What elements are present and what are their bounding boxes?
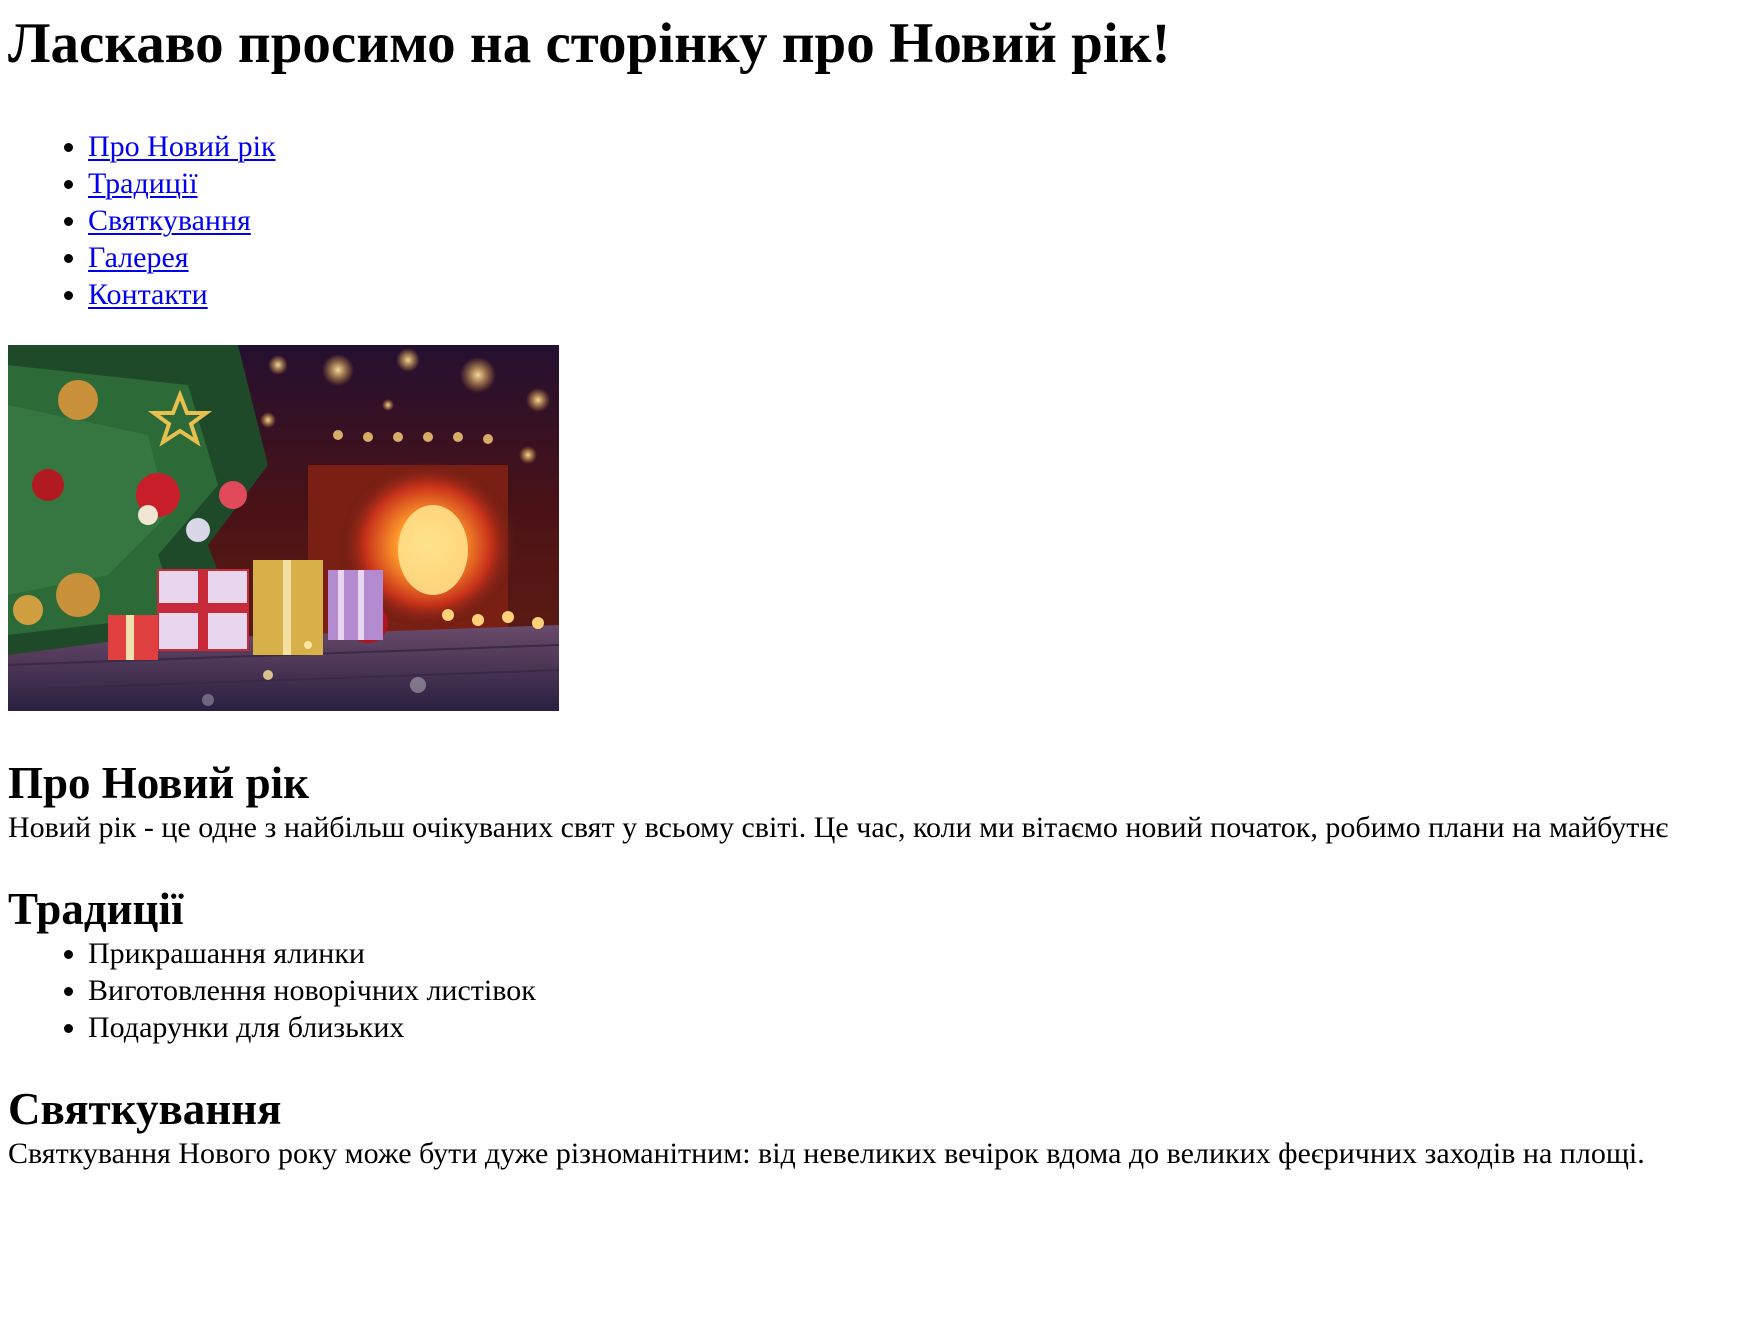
section-celebration: Святкування Святкування Нового року може…: [8, 1083, 1754, 1172]
nav-item-about: Про Новий рік: [88, 128, 1754, 165]
nav-item-traditions: Традиції: [88, 165, 1754, 202]
about-text: Новий рік - це одне з найбільш очікувани…: [8, 811, 1669, 844]
traditions-list: Прикрашання ялинки Виготовлення новорічн…: [8, 935, 1754, 1046]
page-content: Ласкаво просимо на сторінку про Новий рі…: [8, 0, 1754, 1172]
main-nav: Про Новий рік Традиції Святкування Галер…: [8, 128, 1754, 313]
section-about: Про Новий рік Новий рік - це одне з найб…: [8, 757, 1754, 846]
nav-link-traditions[interactable]: Традиції: [88, 167, 198, 200]
about-heading: Про Новий рік: [8, 758, 310, 808]
nav-item-contacts: Контакти: [88, 276, 1754, 313]
nav-item-celebration: Святкування: [88, 202, 1754, 239]
nav-link-gallery[interactable]: Галерея: [88, 241, 189, 274]
list-item: Виготовлення новорічних листівок: [88, 972, 1754, 1009]
celebration-heading: Святкування: [8, 1084, 282, 1134]
section-traditions: Традиції Прикрашання ялинки Виготовлення…: [8, 883, 1754, 1046]
page-title: Ласкаво просимо на сторінку про Новий рі…: [8, 12, 1171, 75]
list-item: Прикрашання ялинки: [88, 935, 1754, 972]
traditions-heading: Традиції: [8, 884, 184, 934]
celebration-text: Святкування Нового року може бути дуже р…: [8, 1137, 1645, 1170]
nav-link-celebration[interactable]: Святкування: [88, 204, 251, 237]
hero-image: [8, 345, 559, 711]
nav-link-about[interactable]: Про Новий рік: [88, 130, 276, 163]
nav-item-gallery: Галерея: [88, 239, 1754, 276]
nav-link-contacts[interactable]: Контакти: [88, 278, 208, 311]
list-item: Подарунки для близьких: [88, 1009, 1754, 1046]
